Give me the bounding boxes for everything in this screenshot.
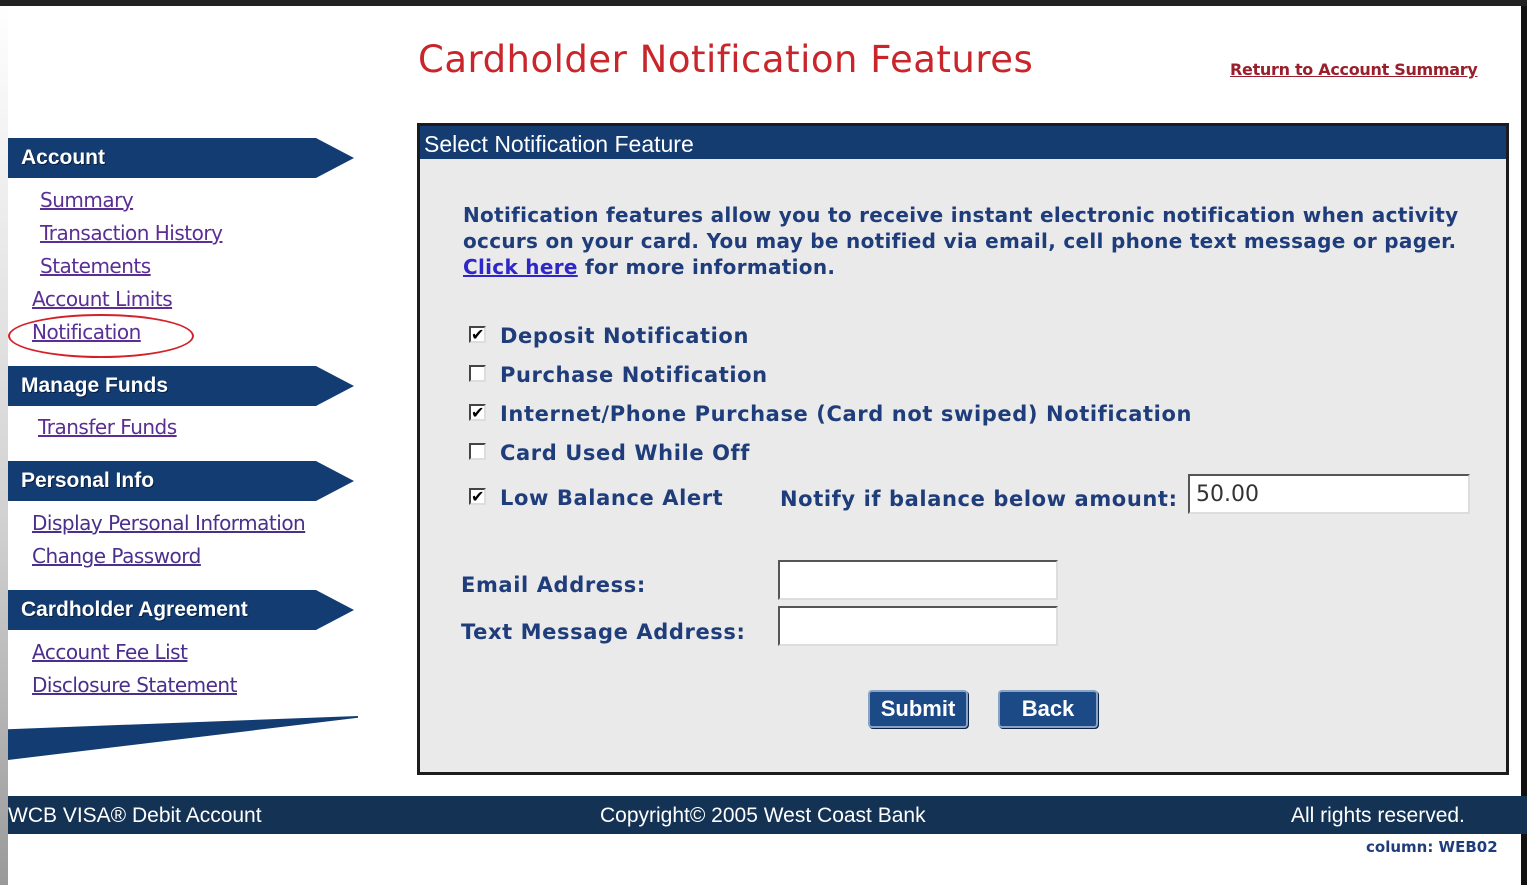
nav-header-manage-funds: Manage Funds: [8, 366, 354, 406]
panel-header: Select Notification Feature: [420, 126, 1506, 159]
checkbox-card-used-while-off[interactable]: [469, 443, 486, 460]
nav-link-account-limits[interactable]: Account Limits: [32, 287, 173, 311]
frame-edge-top: [0, 0, 1527, 6]
highlight-circle-annotation: [8, 314, 194, 358]
option-label: Deposit Notification: [500, 324, 749, 348]
sidebar-bottom-swoosh: [8, 716, 358, 760]
checkbox-deposit-notification[interactable]: ✔: [469, 326, 486, 343]
return-to-account-summary-link[interactable]: Return to Account Summary: [1230, 60, 1478, 79]
nav-link-display-personal-information[interactable]: Display Personal Information: [32, 511, 306, 535]
submit-button[interactable]: Submit: [868, 690, 968, 728]
nav-link-summary[interactable]: Summary: [40, 188, 134, 212]
email-address-input[interactable]: [778, 560, 1058, 600]
nav-link-change-password[interactable]: Change Password: [32, 544, 201, 568]
nav-header-personal-info: Personal Info: [8, 461, 354, 501]
text-message-address-input[interactable]: [778, 606, 1058, 646]
option-label: Internet/Phone Purchase (Card not swiped…: [500, 402, 1193, 426]
notification-panel: Select Notification Feature Notification…: [417, 123, 1509, 775]
balance-threshold-label: Notify if balance below amount:: [780, 487, 1178, 511]
checkbox-purchase-notification[interactable]: [469, 365, 486, 382]
nav-link-transfer-funds[interactable]: Transfer Funds: [38, 415, 177, 439]
footer-copyright: Copyright© 2005 West Coast Bank: [600, 804, 926, 827]
footer-bar: WCB VISA® Debit Account Copyright© 2005 …: [8, 796, 1527, 834]
footer-left-text: WCB VISA® Debit Account: [8, 804, 262, 827]
frame-edge-right: [1521, 0, 1527, 885]
nav-header-cardholder-agreement: Cardholder Agreement: [8, 590, 354, 630]
nav-link-statements[interactable]: Statements: [40, 254, 151, 278]
option-label: Low Balance Alert: [500, 486, 724, 510]
page-frame: Cardholder Notification Features Return …: [0, 0, 1527, 885]
checkbox-low-balance-alert[interactable]: ✔: [469, 488, 486, 505]
nav-header-account: Account: [8, 138, 354, 178]
intro-text: Notification features allow you to recei…: [463, 203, 1459, 253]
email-address-label: Email Address:: [461, 573, 646, 597]
nav-link-disclosure-statement[interactable]: Disclosure Statement: [32, 673, 237, 697]
option-label: Purchase Notification: [500, 363, 768, 387]
checkbox-internet-phone-purchase[interactable]: ✔: [469, 404, 486, 421]
page-title: Cardholder Notification Features: [418, 38, 1034, 81]
option-label: Card Used While Off: [500, 441, 751, 465]
frame-edge-left: [0, 0, 8, 885]
balance-threshold-input[interactable]: [1188, 474, 1470, 514]
back-button[interactable]: Back: [998, 690, 1098, 728]
intro-text-end: for more information.: [585, 255, 836, 279]
nav-link-account-fee-list[interactable]: Account Fee List: [32, 640, 188, 664]
nav-link-transaction-history[interactable]: Transaction History: [40, 221, 223, 245]
footer-rights: All rights reserved.: [1291, 804, 1465, 827]
text-message-address-label: Text Message Address:: [461, 620, 746, 644]
intro-paragraph: Notification features allow you to recei…: [463, 202, 1473, 280]
click-here-link[interactable]: Click here: [463, 255, 578, 279]
footer-column-note: column: WEB02: [1366, 838, 1498, 856]
